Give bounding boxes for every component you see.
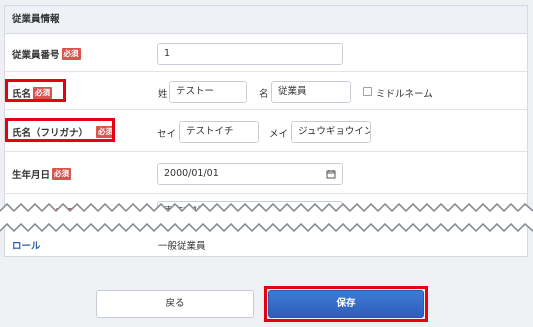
middle-name-label: ミドルネーム [376,89,433,100]
birthdate-input[interactable]: 2000/01/01 [157,163,343,185]
role-label[interactable]: ロール [12,238,41,252]
birthdate-label-text: 生年月日 [12,170,51,181]
back-button[interactable]: 戻る [96,290,254,318]
first-name-label: 名 [259,89,269,100]
cut-indicator [0,202,533,233]
name-row: 氏名 必須 姓 テストー 名 従業員 ミドルネーム [5,72,527,110]
calendar-icon[interactable] [326,169,336,179]
required-badge: 必須 [52,168,72,180]
role-value: 一般従業員 [158,241,206,252]
first-kana-input[interactable]: ジュウギョウイン [291,121,371,143]
name-kana-label-highlight [5,118,115,142]
middle-name-checkbox[interactable] [363,87,372,96]
employee-number-label: 従業員番号 必須 [12,47,81,61]
first-kana-label: メイ [269,129,289,140]
employee-number-input[interactable]: 1 [157,43,343,65]
required-badge: 必須 [61,48,81,60]
section-title: 従業員情報 [5,6,527,34]
birthdate-value: 2000/01/01 [164,168,219,179]
last-name-label: 姓 [158,89,168,100]
birthdate-row: 生年月日 必須 2000/01/01 [5,152,527,194]
last-name-input[interactable]: テストー [169,81,247,103]
birthdate-label: 生年月日 必須 [12,167,72,181]
last-kana-label: セイ [157,129,177,140]
employee-number-label-text: 従業員番号 [12,50,60,61]
first-name-input[interactable]: 従業員 [271,81,351,103]
employee-number-row: 従業員番号 必須 1 [5,34,527,72]
last-kana-input[interactable]: テストイチ [179,121,259,143]
name-label-highlight [5,79,66,102]
save-button[interactable]: 保存 [268,290,424,318]
